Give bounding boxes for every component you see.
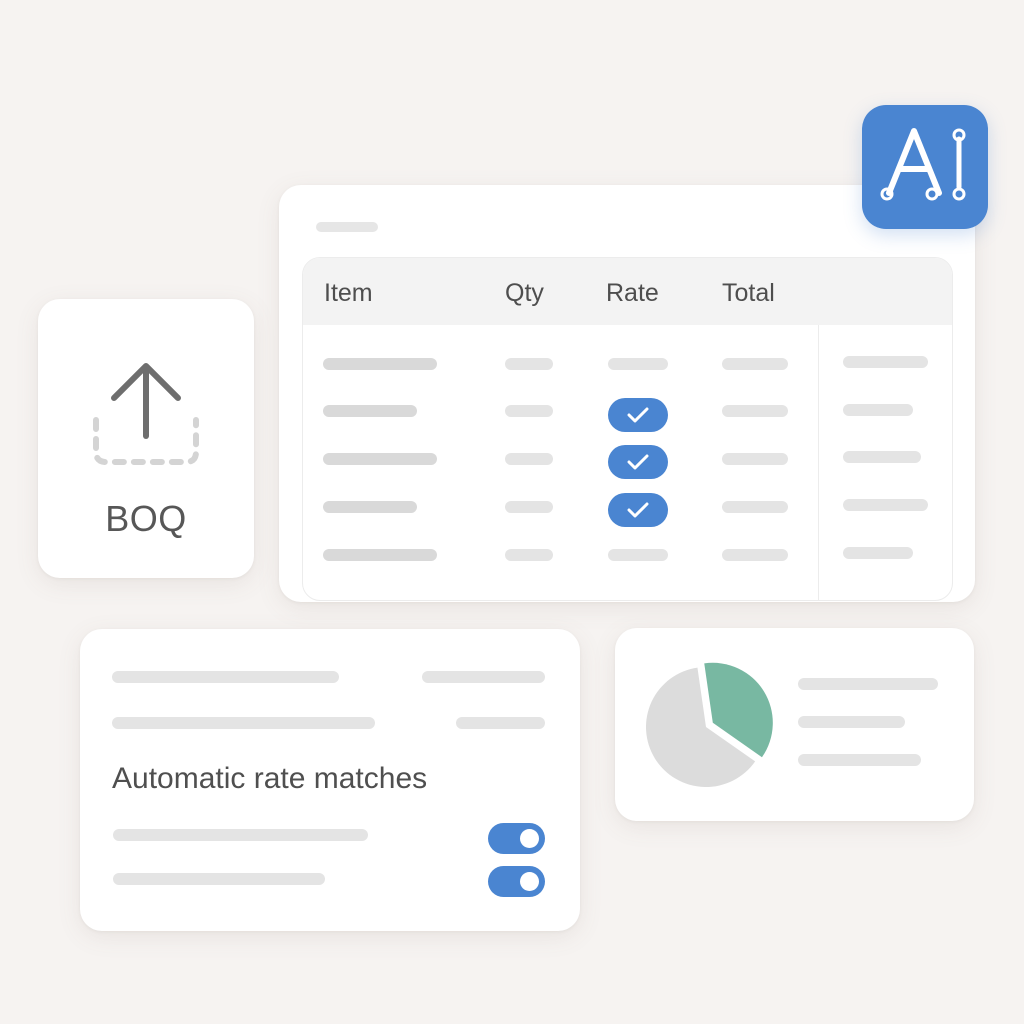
legend-line-placeholder	[798, 716, 905, 728]
toggle-knob	[520, 872, 539, 891]
rate-cell-placeholder	[608, 549, 668, 561]
settings-value-placeholder	[456, 717, 545, 729]
total-cell-placeholder	[722, 453, 788, 465]
settings-value-placeholder	[422, 671, 545, 683]
rate-match-check[interactable]	[608, 493, 668, 527]
pie-chart	[646, 662, 773, 787]
total-cell-placeholder	[722, 358, 788, 370]
item-cell-placeholder	[323, 358, 437, 370]
qty-cell-placeholder	[505, 405, 553, 417]
qty-cell-placeholder	[505, 501, 553, 513]
legend-line-placeholder	[798, 678, 938, 690]
total-cell-placeholder	[722, 405, 788, 417]
extra-cell-placeholder	[843, 499, 928, 511]
column-header-qty: Qty	[505, 279, 544, 307]
boq-label: BOQ	[105, 498, 187, 539]
rate-match-check[interactable]	[608, 398, 668, 432]
extra-cell-placeholder	[843, 547, 913, 559]
check-icon	[627, 502, 649, 518]
rate-table: Item Qty Rate Total	[302, 257, 953, 601]
table-header: Item Qty Rate Total	[303, 258, 952, 325]
toggle-label-placeholder	[113, 829, 368, 841]
rate-match-check[interactable]	[608, 445, 668, 479]
item-cell-placeholder	[323, 549, 437, 561]
settings-title: Automatic rate matches	[112, 762, 428, 795]
qty-cell-placeholder	[505, 549, 553, 561]
rate-match-toggle[interactable]	[488, 823, 545, 854]
settings-line-placeholder	[112, 717, 375, 729]
rate-match-toggle[interactable]	[488, 866, 545, 897]
item-cell-placeholder	[323, 453, 437, 465]
ai-glyph-icon	[880, 128, 966, 201]
total-cell-placeholder	[722, 501, 788, 513]
qty-cell-placeholder	[505, 358, 553, 370]
extra-cell-placeholder	[843, 451, 921, 463]
column-header-item: Item	[324, 279, 373, 307]
toggle-label-placeholder	[113, 873, 325, 885]
item-cell-placeholder	[323, 501, 417, 513]
extra-cell-placeholder	[843, 356, 928, 368]
rate-cell-placeholder	[608, 358, 668, 370]
item-cell-placeholder	[323, 405, 417, 417]
ai-label: AI	[862, 109, 988, 110]
column-header-rate: Rate	[606, 279, 659, 307]
check-icon	[627, 454, 649, 470]
card-title-placeholder	[316, 222, 378, 232]
upload-icon[interactable]	[86, 360, 206, 470]
ai-circuit-icon[interactable]: AI	[862, 105, 988, 229]
check-icon	[627, 407, 649, 423]
toggle-knob	[520, 829, 539, 848]
column-header-total: Total	[722, 279, 775, 307]
column-divider	[818, 325, 819, 600]
total-cell-placeholder	[722, 549, 788, 561]
qty-cell-placeholder	[505, 453, 553, 465]
settings-line-placeholder	[112, 671, 339, 683]
legend-line-placeholder	[798, 754, 921, 766]
extra-cell-placeholder	[843, 404, 913, 416]
